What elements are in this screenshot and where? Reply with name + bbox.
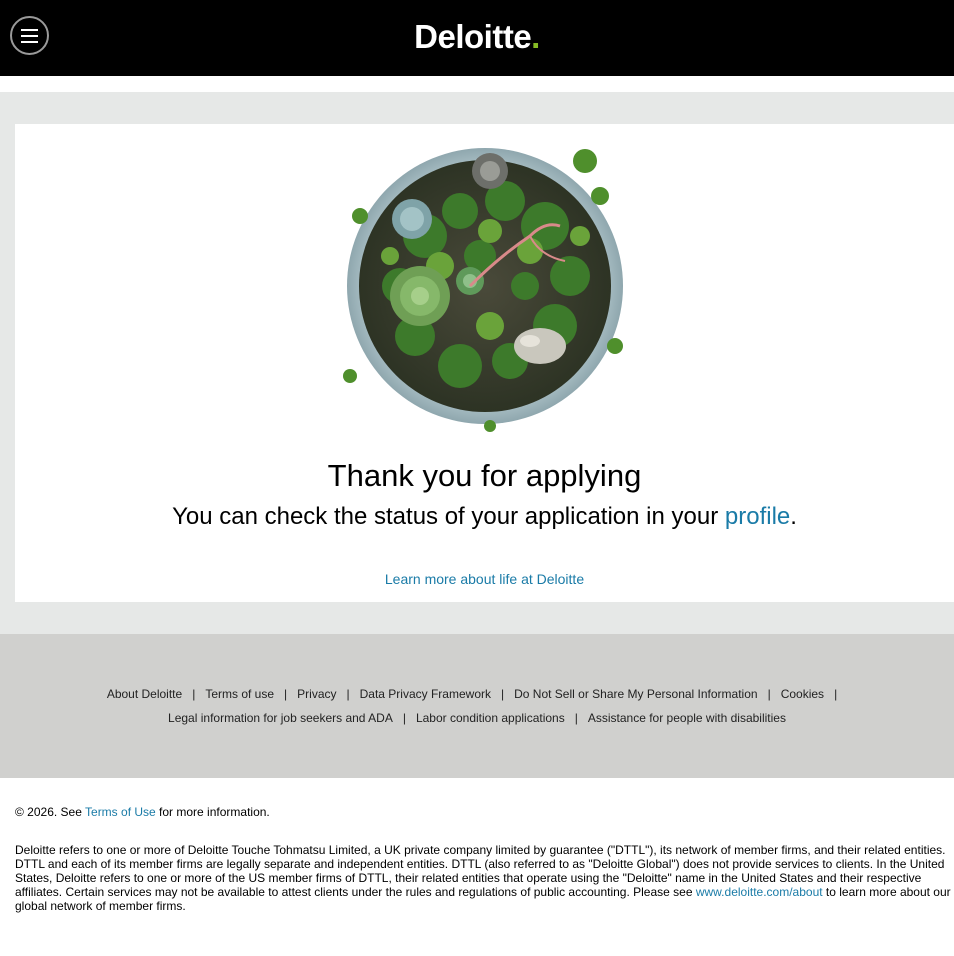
- learn-more-link[interactable]: Learn more about life at Deloitte: [385, 571, 584, 587]
- confirmation-card: Thank you for applying You can check the…: [15, 124, 954, 602]
- footer-separator: |: [834, 687, 838, 701]
- copyright-suffix: for more information.: [155, 805, 270, 819]
- deloitte-about-link[interactable]: www.deloitte.com/about: [696, 885, 823, 899]
- status-prefix: You can check the status of your applica…: [172, 503, 725, 530]
- footer-links-row-1: About Deloitte | Terms of use | Privacy | Data…: [0, 686, 954, 702]
- logo-green-dot: .: [531, 18, 540, 55]
- status-suffix: .: [790, 503, 797, 530]
- footer-link-cookies[interactable]: Cookies: [781, 687, 824, 701]
- profile-link[interactable]: profile: [725, 503, 790, 530]
- footer-link-data-privacy-framework[interactable]: Data Privacy Framework: [360, 687, 491, 701]
- copyright-prefix: © 2026. See: [15, 805, 86, 819]
- footer: About Deloitte | Terms of use | Privacy | Data…: [0, 634, 954, 778]
- legal-disclaimer: Deloitte refers to one or more of Deloit…: [15, 843, 953, 913]
- top-navigation-bar: Deloitte.: [0, 0, 954, 76]
- footer-link-privacy[interactable]: Privacy: [297, 687, 336, 701]
- copyright-notice: © 2026. See Terms of Use for more inform…: [15, 805, 270, 820]
- terms-of-use-link[interactable]: Terms of Use: [85, 805, 156, 819]
- footer-link-labor-condition[interactable]: Labor condition applications: [416, 711, 565, 725]
- footer-link-about[interactable]: About Deloitte: [107, 687, 182, 701]
- footer-separator: |: [402, 711, 406, 725]
- learn-more-container: Learn more about life at Deloitte: [15, 570, 954, 588]
- footer-separator: |: [501, 687, 505, 701]
- footer-separator: |: [574, 711, 578, 725]
- footer-links-row-2: Legal information for job seekers and AD…: [0, 710, 954, 726]
- succulent-planter-image: [343, 148, 623, 432]
- footer-link-terms[interactable]: Terms of use: [205, 687, 274, 701]
- footer-separator: |: [284, 687, 288, 701]
- deloitte-logo[interactable]: Deloitte.: [0, 17, 954, 57]
- footer-separator: |: [346, 687, 350, 701]
- logo-text: Deloitte: [414, 18, 532, 55]
- footer-link-do-not-sell[interactable]: Do Not Sell or Share My Personal Informa…: [514, 687, 757, 701]
- footer-separator: |: [767, 687, 771, 701]
- footer-link-legal-job-seekers[interactable]: Legal information for job seekers and AD…: [168, 711, 393, 725]
- footer-link-accessibility-assistance[interactable]: Assistance for people with disabilities: [588, 711, 786, 725]
- page-title: Thank you for applying: [327, 458, 642, 493]
- footer-separator: |: [192, 687, 196, 701]
- status-message: You can check the status of your applica…: [15, 502, 954, 532]
